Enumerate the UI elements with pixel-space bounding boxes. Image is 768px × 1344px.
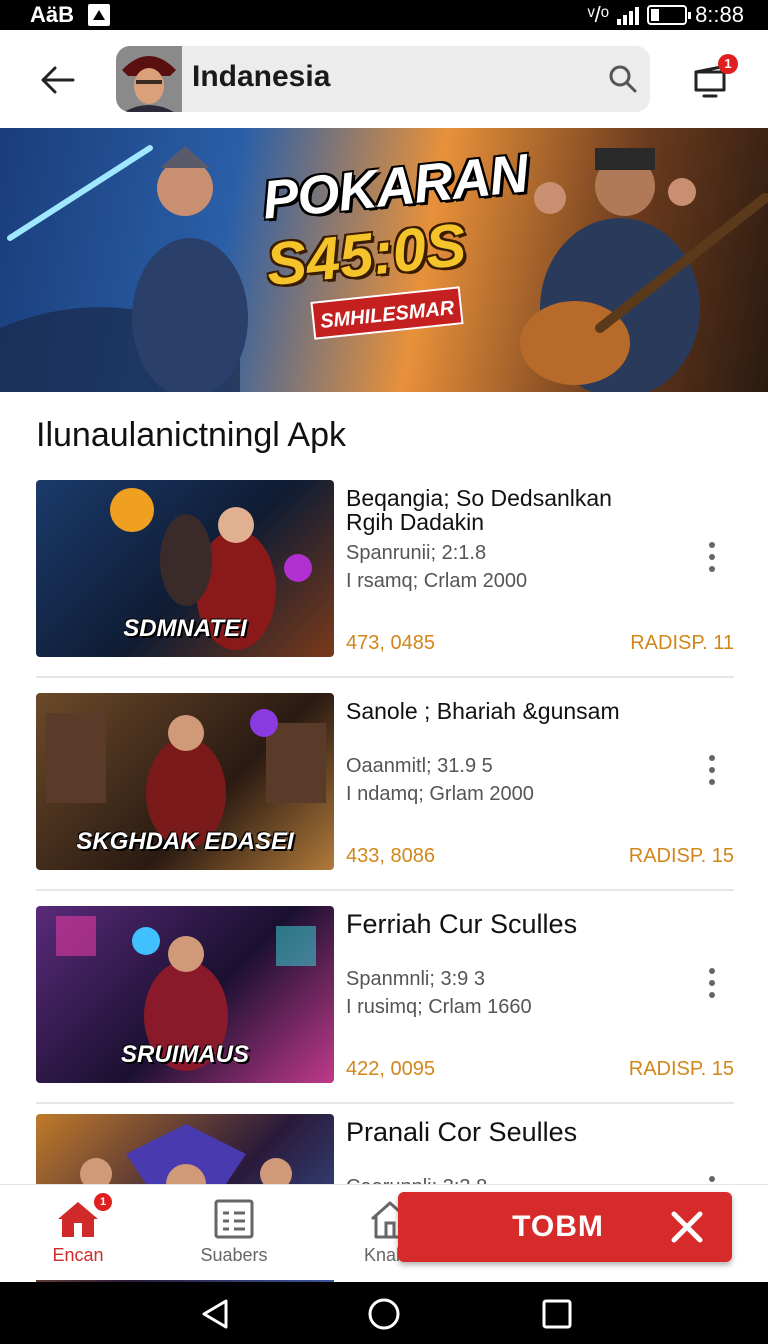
item-title[interactable]: Beqangia; So Dedsanlkan Rgih Dadakin [346, 486, 646, 534]
divider [36, 676, 734, 678]
back-triangle-icon[interactable] [198, 1298, 232, 1330]
search-icon[interactable] [608, 64, 638, 94]
item-tag: RADISP. 15 [628, 845, 734, 867]
promo-banner[interactable]: POKARAN S45:0S SMHILESMAR [0, 128, 768, 392]
app-header: Indanesia 1 [0, 30, 768, 128]
list-item[interactable]: SKGHDAK EDASEI Sanole ; Bhariah &gunsam … [0, 689, 768, 901]
battery-icon [647, 5, 692, 25]
more-options-button[interactable] [700, 542, 724, 572]
section-title: Ilunaulanictningl Apk [36, 416, 347, 454]
search-input[interactable]: Indanesia [192, 60, 330, 94]
nav-badge: 1 [94, 1193, 112, 1211]
install-button[interactable]: TOBM [398, 1192, 732, 1262]
item-meta-secondary: I rusimq; Crlam 1660 [346, 996, 532, 1018]
nav-label: Suabers [200, 1245, 268, 1265]
home-circle-icon[interactable] [367, 1298, 401, 1330]
divider [36, 889, 734, 891]
arrow-left-icon [41, 66, 75, 94]
close-icon[interactable] [670, 1210, 704, 1244]
nav-label: Encan [52, 1245, 104, 1265]
divider [36, 1102, 734, 1104]
item-count: 422, 0095 [346, 1058, 435, 1080]
home-icon [58, 1202, 98, 1237]
item-tag: RADISP. 11 [630, 632, 734, 654]
item-meta-primary: Spanrunii; 2:1.8 [346, 542, 487, 564]
grid-list-icon [214, 1199, 254, 1239]
notification-button[interactable]: 1 [690, 54, 738, 102]
more-options-button[interactable] [700, 755, 724, 785]
item-meta-primary: Oaanmitl; 31.9 5 [346, 755, 493, 777]
thumbnail-label: SKGHDAK EDASEI [76, 828, 294, 855]
item-meta-secondary: I rsamq; Crlam 2000 [346, 570, 528, 592]
signal-icon [617, 5, 640, 25]
notification-badge: 1 [718, 54, 738, 74]
item-thumbnail: SKGHDAK EDASEI [36, 693, 334, 870]
item-meta-secondary: I ndamq; Grlam 2000 [346, 783, 534, 805]
item-title[interactable]: Pranali Cor Seulles [346, 1119, 646, 1146]
status-bar: AäB ᵛ/ᵒ 8::88 [0, 0, 768, 30]
item-count: 433, 8086 [346, 845, 435, 867]
item-count: 473, 0485 [346, 632, 435, 654]
item-title[interactable]: Ferriah Cur Sculles [346, 911, 646, 938]
list-item[interactable]: SDMNATEI Beqangia; So Dedsanlkan Rgih Da… [0, 476, 768, 688]
item-meta-primary: Spanmnli; 3:9 3 [346, 968, 485, 990]
network-label: ᵛ/ᵒ [587, 2, 610, 27]
thumbnail-label: SRUIMAUS [120, 1041, 249, 1068]
item-title[interactable]: Sanole ; Bhariah &gunsam [346, 699, 646, 723]
item-thumbnail: SRUIMAUS [36, 906, 334, 1083]
thumbnail-label: SDMNATEI [123, 615, 247, 642]
list-item[interactable]: SRUIMAUS Ferriah Cur Sculles Spanmnli; 3… [0, 902, 768, 1114]
carrier-label: AäB [30, 2, 75, 27]
nav-item-home[interactable]: 1 Encan [18, 1193, 138, 1266]
item-tag: RADISP. 15 [628, 1058, 734, 1080]
search-bar[interactable]: Indanesia [116, 46, 650, 112]
clock: 8::88 [695, 2, 744, 27]
image-notification-icon [88, 4, 111, 26]
more-options-button[interactable] [700, 968, 724, 998]
avatar [116, 46, 182, 112]
recents-square-icon[interactable] [540, 1298, 574, 1330]
back-button[interactable] [36, 58, 80, 102]
system-navigation-bar [0, 1282, 768, 1344]
item-thumbnail: SDMNATEI [36, 480, 334, 657]
nav-item-list[interactable]: Suabers [174, 1199, 294, 1266]
